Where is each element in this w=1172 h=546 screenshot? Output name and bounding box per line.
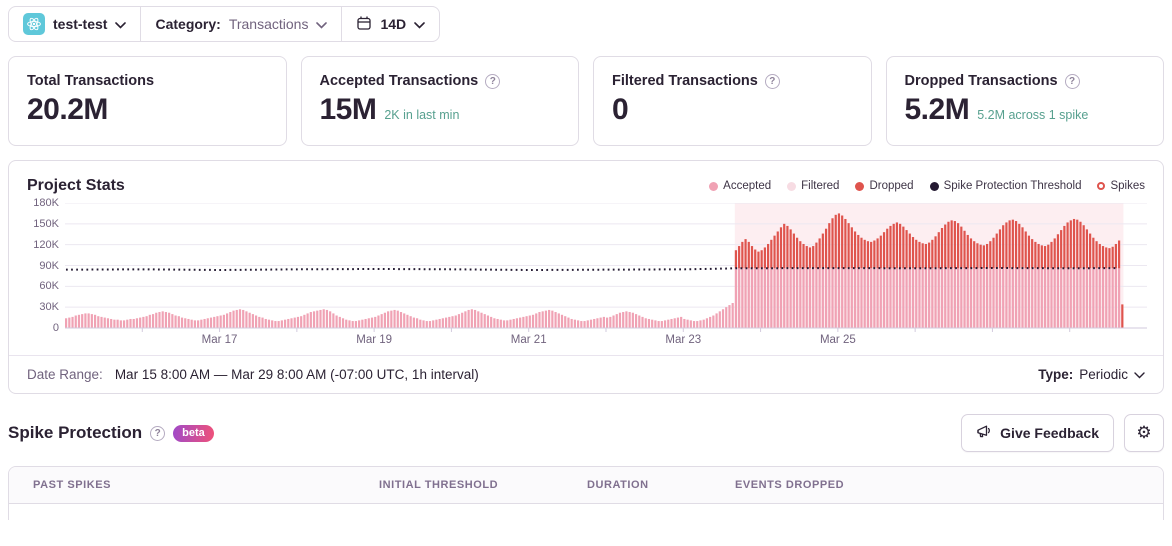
project-selector[interactable]: test-test — [9, 7, 140, 41]
chart-legend: Accepted Filtered Dropped Spike Protecti… — [709, 180, 1145, 192]
y-tick-label: 90K — [39, 259, 59, 272]
x-axis-labels: Mar 17 Mar 19 Mar 21 Mar 23 Mar 25 — [65, 334, 1147, 352]
help-icon[interactable]: ? — [1064, 73, 1080, 89]
x-tick-label: Mar 19 — [356, 334, 393, 346]
legend-label: Spikes — [1110, 180, 1145, 192]
card-value: 5.2M — [904, 93, 970, 126]
chart-title: Project Stats — [27, 177, 125, 194]
type-label: Type: — [1038, 367, 1074, 382]
chevron-down-icon — [115, 16, 127, 32]
category-selector[interactable]: Category: Transactions — [141, 7, 341, 41]
table-row[interactable] — [9, 504, 1163, 520]
legend-label: Filtered — [801, 180, 840, 192]
card-value: 20.2M — [27, 93, 108, 126]
card-title: Dropped Transactions — [904, 73, 1058, 89]
gear-icon: ⚙ — [1136, 423, 1152, 442]
y-tick-label: 30K — [39, 301, 59, 314]
help-icon[interactable]: ? — [764, 73, 780, 89]
total-transactions-card: Total Transactions 20.2M — [8, 56, 287, 146]
help-icon[interactable]: ? — [485, 73, 501, 89]
react-platform-icon — [23, 13, 45, 35]
beta-badge: beta — [173, 424, 214, 442]
legend-item-accepted[interactable]: Accepted — [709, 180, 771, 192]
feedback-label: Give Feedback — [1000, 425, 1099, 441]
table-header-row: PAST SPIKES INITIAL THRESHOLD DURATION E… — [9, 467, 1163, 504]
col-initial-threshold: INITIAL THRESHOLD — [379, 479, 499, 491]
category-label: Category: — [155, 16, 221, 32]
legend-item-threshold[interactable]: Spike Protection Threshold — [929, 180, 1082, 192]
stat-cards: Total Transactions 20.2M Accepted Transa… — [8, 56, 1164, 146]
legend-item-dropped[interactable]: Dropped — [855, 180, 914, 192]
project-stats-panel: Project Stats Accepted Filtered Dropped … — [8, 160, 1164, 394]
chart-plot-area[interactable] — [65, 203, 1147, 333]
legend-label: Dropped — [869, 180, 914, 192]
card-title: Total Transactions — [27, 73, 155, 89]
megaphone-icon — [976, 424, 992, 442]
card-subtext: 2K in last min — [384, 108, 460, 122]
col-past-spikes: PAST SPIKES — [33, 479, 111, 491]
accepted-transactions-card: Accepted Transactions ? 15M 2K in last m… — [300, 56, 579, 146]
usage-stats-page: test-test Category: Transactions 14D Tot… — [0, 0, 1172, 526]
dropped-transactions-card: Dropped Transactions ? 5.2M 5.2M across … — [885, 56, 1164, 146]
section-title: Spike Protection — [8, 423, 143, 442]
x-tick-label: Mar 17 — [201, 334, 238, 346]
x-tick-label: Mar 21 — [510, 334, 547, 346]
legend-dot — [929, 181, 939, 191]
y-tick-label: 120K — [33, 238, 59, 251]
legend-dot — [855, 181, 865, 191]
calendar-icon — [356, 15, 372, 34]
past-spikes-table: PAST SPIKES INITIAL THRESHOLD DURATION E… — [8, 466, 1164, 520]
x-tick-label: Mar 23 — [665, 334, 702, 346]
help-icon[interactable]: ? — [150, 425, 166, 441]
usage-chart: 180K 150K 120K 90K 60K 30K 0 Mar 17 Mar 19 Mar 2… — [19, 197, 1147, 355]
legend-dot — [709, 181, 719, 191]
col-duration: DURATION — [587, 479, 649, 491]
chevron-down-icon — [1134, 367, 1145, 382]
topbar: test-test Category: Transactions 14D — [8, 6, 441, 42]
y-tick-label: 150K — [33, 217, 59, 230]
col-events-dropped: EVENTS DROPPED — [735, 479, 845, 491]
x-tick-label: Mar 25 — [819, 334, 856, 346]
filtered-transactions-card: Filtered Transactions ? 0 — [593, 56, 872, 146]
settings-button[interactable]: ⚙ — [1124, 414, 1164, 452]
date-range-value: 14D — [380, 16, 407, 32]
card-value: 15M — [319, 93, 377, 126]
card-value: 0 — [612, 93, 629, 126]
card-subtext: 5.2M across 1 spike — [977, 108, 1089, 122]
date-range-label: Date Range: — [27, 367, 103, 382]
spike-protection-header: Spike Protection ? beta Give Feedback ⚙ — [8, 414, 1164, 452]
legend-label: Accepted — [723, 180, 772, 192]
legend-ring — [1097, 182, 1106, 190]
chevron-down-icon — [316, 16, 328, 32]
give-feedback-button[interactable]: Give Feedback — [961, 414, 1114, 452]
card-title: Filtered Transactions — [612, 73, 758, 89]
bar-chart — [65, 203, 1147, 332]
y-tick-label: 0 — [52, 322, 59, 334]
legend-item-spikes[interactable]: Spikes — [1097, 180, 1145, 192]
type-selector[interactable]: Type: Periodic — [1038, 367, 1145, 382]
date-range-value: Mar 15 8:00 AM — Mar 29 8:00 AM (-07:00 … — [114, 367, 479, 382]
legend-label: Spike Protection Threshold — [943, 180, 1082, 192]
project-name: test-test — [53, 16, 108, 32]
category-value: Transactions — [228, 16, 309, 32]
legend-item-filtered[interactable]: Filtered — [787, 180, 839, 192]
y-tick-label: 60K — [39, 280, 59, 293]
type-value: Periodic — [1079, 367, 1128, 382]
chart-footer: Date Range: Mar 15 8:00 AM — Mar 29 8:00… — [9, 355, 1163, 393]
chevron-down-icon — [414, 16, 425, 32]
y-tick-label: 180K — [33, 197, 59, 209]
date-range-selector[interactable]: 14D — [342, 7, 439, 41]
y-axis-labels: 180K 150K 120K 90K 60K 30K 0 — [19, 197, 59, 334]
legend-dot — [787, 181, 797, 191]
card-title: Accepted Transactions — [319, 73, 479, 89]
